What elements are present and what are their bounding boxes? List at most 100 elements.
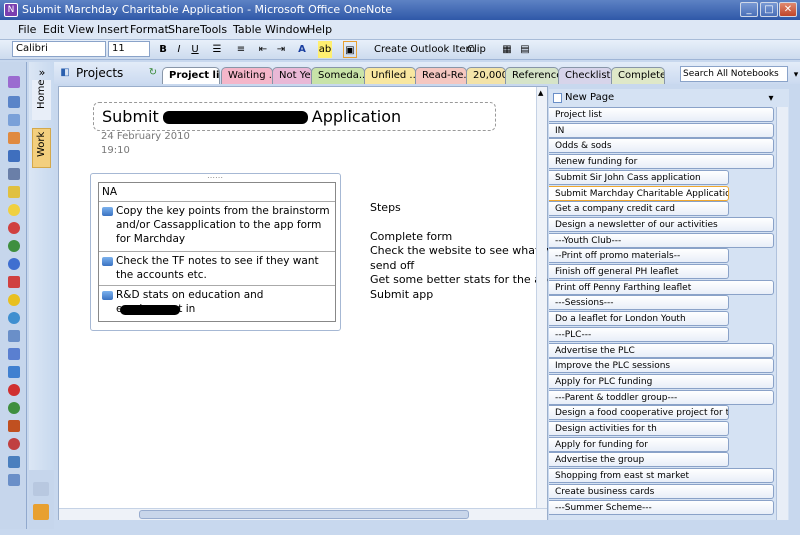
page-list-item[interactable]: --Print off promo materials-- xyxy=(549,248,729,264)
tab-20000[interactable]: 20,000 xyxy=(466,67,506,84)
page-list-item[interactable]: Improve the PLC sessions xyxy=(549,358,774,374)
new-page-dropdown-icon[interactable]: ▾ xyxy=(764,90,778,107)
table-row[interactable]: Check the TF notes to see if they want t… xyxy=(99,252,335,286)
page-list-item[interactable]: Design a newsletter of our activities xyxy=(549,216,774,232)
menu-table[interactable]: Table xyxy=(233,23,261,36)
tab-read-review[interactable]: Read-Re... xyxy=(415,67,467,84)
page-list-item[interactable]: ---Parent & toddler group--- xyxy=(549,389,774,405)
search-input[interactable]: Search All Notebooks xyxy=(680,66,788,82)
font-color-icon[interactable]: A xyxy=(295,41,309,58)
bold-button[interactable]: B xyxy=(156,41,170,58)
clock-icon[interactable] xyxy=(8,330,20,342)
page-list-item[interactable]: Apply for funding for xyxy=(549,436,729,452)
menu-edit[interactable]: Edit xyxy=(43,23,64,36)
pencil-icon[interactable] xyxy=(8,186,20,198)
menu-window[interactable]: Window xyxy=(265,23,308,36)
page-list-item[interactable]: Create business cards xyxy=(549,483,774,499)
menu-view[interactable]: View xyxy=(68,23,94,36)
tab-not-yet[interactable]: Not Yet xyxy=(272,67,312,84)
page-list-item[interactable]: ---Summer Scheme--- xyxy=(549,499,774,515)
page-list-item[interactable]: Get a company credit card xyxy=(549,201,729,217)
table-header[interactable]: NA xyxy=(99,183,335,202)
award-icon[interactable] xyxy=(8,438,20,450)
navigate-back-icon[interactable]: ↻ xyxy=(146,64,160,81)
tab-reference[interactable]: Reference xyxy=(505,67,559,84)
exclamation-icon[interactable] xyxy=(8,276,20,288)
search-dropdown-icon[interactable]: ▾ xyxy=(789,67,800,84)
page-list-item[interactable]: Advertise the group xyxy=(549,452,729,468)
page-list-item[interactable]: Submit Sir John Cass application xyxy=(549,169,729,185)
italic-button[interactable]: I xyxy=(172,41,186,58)
clip-button[interactable]: Clip xyxy=(467,41,497,58)
pen-icon[interactable] xyxy=(33,482,49,496)
circle-icon[interactable] xyxy=(8,258,20,270)
page-list-item[interactable]: Design activities for th xyxy=(549,421,729,436)
menu-help[interactable]: Help xyxy=(307,23,332,36)
menu-tools[interactable]: Tools xyxy=(200,23,227,36)
paperclip-icon[interactable] xyxy=(8,348,20,360)
notebook-icon[interactable] xyxy=(8,96,20,108)
underline-button[interactable]: U xyxy=(188,41,202,58)
page-list-item[interactable]: Design a food cooperative project for th… xyxy=(549,405,729,421)
menu-share[interactable]: Share xyxy=(168,23,200,36)
vertical-scrollbar[interactable]: ▲ xyxy=(536,87,547,508)
circle-icon[interactable] xyxy=(8,402,20,414)
tab-unfiled[interactable]: Unfiled ... xyxy=(364,67,416,84)
all-notebooks-icon[interactable] xyxy=(33,504,49,520)
new-page-button[interactable]: New Page xyxy=(551,91,779,105)
font-combo[interactable]: Calibri xyxy=(12,41,106,57)
tab-waiting[interactable]: Waiting ... xyxy=(221,67,273,84)
tab-someday[interactable]: Someda... xyxy=(311,67,365,84)
question-icon[interactable] xyxy=(8,204,20,216)
tab-checklists[interactable]: Checklists xyxy=(558,67,612,84)
outdent-icon[interactable]: ⇤ xyxy=(256,41,270,58)
page-list-item[interactable]: IN xyxy=(549,122,774,138)
section-tab-home[interactable]: Home xyxy=(32,79,51,120)
indent-icon[interactable]: ⇥ xyxy=(274,41,288,58)
page-list-item[interactable]: ---PLC--- xyxy=(549,326,729,342)
star-icon[interactable] xyxy=(8,366,20,378)
scroll-thumb[interactable] xyxy=(139,510,469,519)
maximize-button[interactable]: □ xyxy=(760,2,778,17)
table-icon[interactable]: ▦ xyxy=(500,41,514,58)
heart-icon[interactable] xyxy=(8,384,20,396)
home-icon[interactable] xyxy=(8,132,20,144)
steps-note[interactable]: Steps Complete form Check the website to… xyxy=(370,201,548,302)
page-list-item[interactable]: Shopping from east st market xyxy=(549,468,774,484)
phone-icon[interactable] xyxy=(8,168,20,180)
page-list-item[interactable]: Apply for PLC funding xyxy=(549,373,774,389)
menu-insert[interactable]: Insert xyxy=(97,23,129,36)
page-list-item[interactable]: Project list xyxy=(549,107,774,122)
page-list-scrollbar[interactable] xyxy=(776,107,788,520)
note-container[interactable]: ⋯⋯ NA Copy the key points from the brain… xyxy=(90,173,341,331)
expand-chevron-icon[interactable]: » xyxy=(35,64,49,81)
outlook-task-icon[interactable] xyxy=(102,257,113,266)
notebook-icon[interactable] xyxy=(8,150,20,162)
notebook-icon[interactable] xyxy=(8,76,20,88)
circle-icon[interactable] xyxy=(8,240,20,252)
circle-icon[interactable] xyxy=(8,294,20,306)
table-row[interactable]: R&D stats on education and employment in xyxy=(99,286,335,321)
smiley-icon[interactable] xyxy=(8,222,20,234)
highlight-icon[interactable]: ab xyxy=(318,41,332,58)
menu-file[interactable]: File xyxy=(18,23,36,36)
notebook-title[interactable]: Projects xyxy=(76,66,123,80)
table-row[interactable]: Copy the key points from the brainstorm … xyxy=(99,202,335,252)
screen-clip-icon[interactable]: ▤ xyxy=(518,41,532,58)
outlook-task-icon[interactable] xyxy=(102,291,113,300)
font-size-combo[interactable]: 11 xyxy=(108,41,150,57)
page-list-item[interactable]: Renew funding for xyxy=(549,154,774,170)
page-list-item[interactable]: Submit Marchday Charitable Application xyxy=(549,185,729,201)
page-list-item[interactable]: Advertise the PLC xyxy=(549,342,774,358)
page-canvas[interactable]: Submit Application 24 February 2010 19:10… xyxy=(58,86,548,520)
tools-icon[interactable] xyxy=(8,474,20,486)
page-list-item[interactable]: Do a leaflet for London Youth xyxy=(549,311,729,327)
tab-project-list[interactable]: Project list xyxy=(162,67,220,84)
section-tab-work[interactable]: Work xyxy=(32,128,51,168)
scroll-up-icon[interactable]: ▲ xyxy=(538,89,546,97)
page-list-item[interactable]: ---Youth Club--- xyxy=(549,232,774,248)
menu-format[interactable]: Format xyxy=(130,23,169,36)
page-list-item[interactable]: Odds & sods xyxy=(549,138,774,154)
page-list-item[interactable]: Print off Penny Farthing leaflet xyxy=(549,279,774,295)
page-list-item[interactable]: ---Sessions--- xyxy=(549,295,729,311)
